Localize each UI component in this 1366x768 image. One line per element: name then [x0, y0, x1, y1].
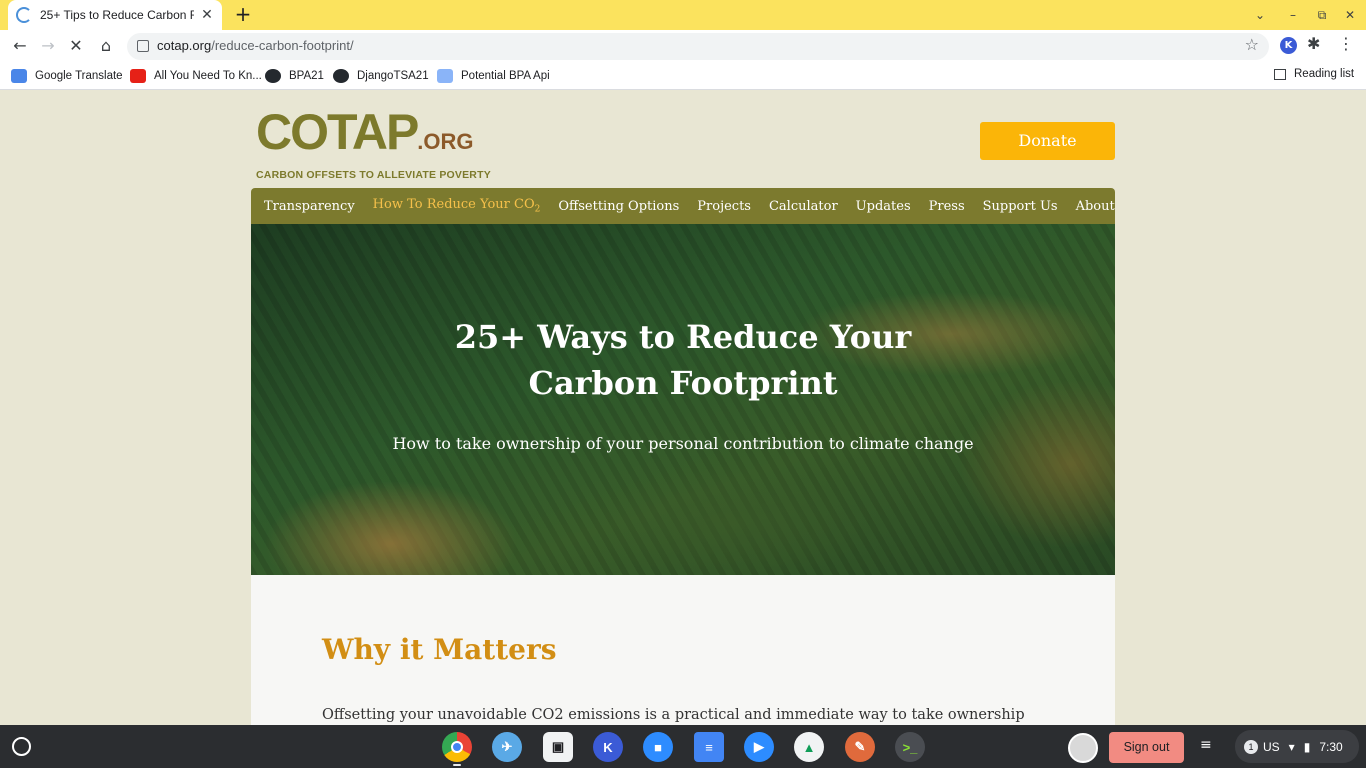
nav-transparency[interactable]: Transparency [264, 199, 355, 214]
bookmark-youtube[interactable]: All You Need To Kn... [130, 68, 262, 84]
donate-button[interactable]: Donate [980, 122, 1115, 160]
browser-tab[interactable]: 25+ Tips to Reduce Carbon Foot ✕ [8, 0, 222, 30]
os-shelf: ✈ ▣ K ■ ≡ ▶ ▲ ✎ >_ Sign out ≡ 1 US ▾ ▮ 7… [0, 725, 1366, 768]
launcher-icon[interactable] [12, 737, 31, 756]
address-bar[interactable]: cotap.org/reduce-carbon-footprint/ ☆ [127, 33, 1269, 60]
nav-projects[interactable]: Projects [697, 199, 751, 214]
extensions-puzzle-icon[interactable]: ✱ [1307, 34, 1320, 53]
nav-press[interactable]: Press [929, 199, 965, 214]
forward-button[interactable]: → [36, 34, 60, 58]
close-window-button[interactable]: ✕ [1340, 5, 1360, 25]
minimize-button[interactable]: – [1283, 5, 1303, 25]
media-controls-icon[interactable]: ≡ [1200, 737, 1212, 753]
section-paragraph: Offsetting your unavoidable CO2 emission… [322, 707, 1025, 723]
cotap-logo[interactable]: COTAP.ORG CARBON OFFSETS TO ALLEVIATE PO… [256, 107, 491, 181]
restore-button[interactable]: ⧉ [1312, 5, 1332, 25]
bookmark-potential-bpa-api[interactable]: Potential BPA Api [437, 68, 550, 84]
clock: 7:30 [1319, 739, 1343, 754]
content-section: Why it Matters Offsetting your unavoidab… [251, 575, 1115, 725]
reading-list-icon [1274, 68, 1286, 80]
youtube-icon [130, 69, 146, 83]
github-icon [333, 69, 349, 83]
active-app-indicator [453, 764, 461, 766]
stop-loading-button[interactable]: ✕ [64, 34, 88, 58]
section-heading: Why it Matters [322, 633, 557, 666]
hero-subtitle: How to take ownership of your personal c… [392, 434, 974, 453]
drive-icon[interactable]: ▲ [794, 732, 824, 762]
logo-wordmark: COTAP.ORG [256, 104, 474, 160]
terminal-icon[interactable]: >_ [895, 732, 925, 762]
docs-icon[interactable]: ≡ [694, 732, 724, 762]
bookmark-djangotsa21[interactable]: DjangoTSA21 [333, 68, 429, 84]
logo-tagline: CARBON OFFSETS TO ALLEVIATE POVERTY [256, 169, 491, 181]
nav-calculator[interactable]: Calculator [769, 199, 838, 214]
loading-favicon-icon [16, 7, 32, 23]
wifi-icon: ▾ [1288, 739, 1295, 754]
notification-count: 1 [1244, 739, 1258, 754]
github-icon [265, 69, 281, 83]
browser-icon[interactable]: ✈ [492, 732, 522, 762]
nav-support-us[interactable]: Support Us [983, 199, 1058, 214]
nav-offsetting-options[interactable]: Offsetting Options [558, 199, 679, 214]
web-page: COTAP.ORG CARBON OFFSETS TO ALLEVIATE PO… [0, 91, 1366, 725]
user-avatar[interactable] [1068, 733, 1098, 763]
battery-icon: ▮ [1303, 739, 1311, 754]
bookmarks-bar: Google Translate All You Need To Kn... B… [0, 62, 1366, 90]
nav-about[interactable]: About [1076, 199, 1115, 214]
keyboard-layout: US [1263, 739, 1280, 754]
url-text: cotap.org/reduce-carbon-footprint/ [157, 38, 354, 53]
nav-how-to-reduce[interactable]: How To Reduce Your CO2 [373, 197, 541, 215]
main-nav: Transparency How To Reduce Your CO2 Offs… [251, 188, 1115, 224]
bookmark-google-translate[interactable]: Google Translate [11, 68, 123, 84]
k-app-icon[interactable]: K [593, 732, 623, 762]
home-button[interactable]: ⌂ [94, 34, 118, 58]
sign-out-button[interactable]: Sign out [1109, 732, 1184, 763]
nav-updates[interactable]: Updates [856, 199, 911, 214]
zoom-icon[interactable]: ■ [643, 732, 673, 762]
close-tab-icon[interactable]: ✕ [200, 7, 214, 23]
bookmark-star-icon[interactable]: ☆ [1245, 35, 1259, 54]
sketch-icon[interactable]: ✎ [845, 732, 875, 762]
tab-title: 25+ Tips to Reduce Carbon Foot [40, 8, 194, 22]
page-info-icon[interactable] [137, 40, 149, 52]
reading-list-button[interactable]: Reading list [1274, 68, 1354, 80]
k-extension-icon[interactable]: K [1280, 37, 1297, 54]
bookmark-bpa21[interactable]: BPA21 [265, 68, 324, 84]
browser-toolbar: ← → ✕ ⌂ cotap.org/reduce-carbon-footprin… [0, 30, 1366, 62]
hero-banner: 25+ Ways to Reduce Your Carbon Footprint… [251, 224, 1115, 575]
tab-strip: 25+ Tips to Reduce Carbon Foot ✕ + ⌄ – ⧉… [0, 0, 1366, 30]
screen-capture-icon[interactable]: ▣ [543, 732, 573, 762]
chrome-icon[interactable] [442, 732, 472, 762]
api-icon [437, 69, 453, 83]
zoom-meetings-icon[interactable]: ▶ [744, 732, 774, 762]
back-button[interactable]: ← [8, 34, 32, 58]
menu-dots-icon[interactable]: ⋮ [1338, 34, 1354, 53]
hero-title: 25+ Ways to Reduce Your Carbon Footprint [454, 318, 912, 402]
status-area[interactable]: 1 US ▾ ▮ 7:30 [1235, 730, 1359, 763]
tab-search-icon[interactable]: ⌄ [1250, 5, 1270, 25]
new-tab-button[interactable]: + [232, 4, 254, 26]
google-translate-icon [11, 69, 27, 83]
